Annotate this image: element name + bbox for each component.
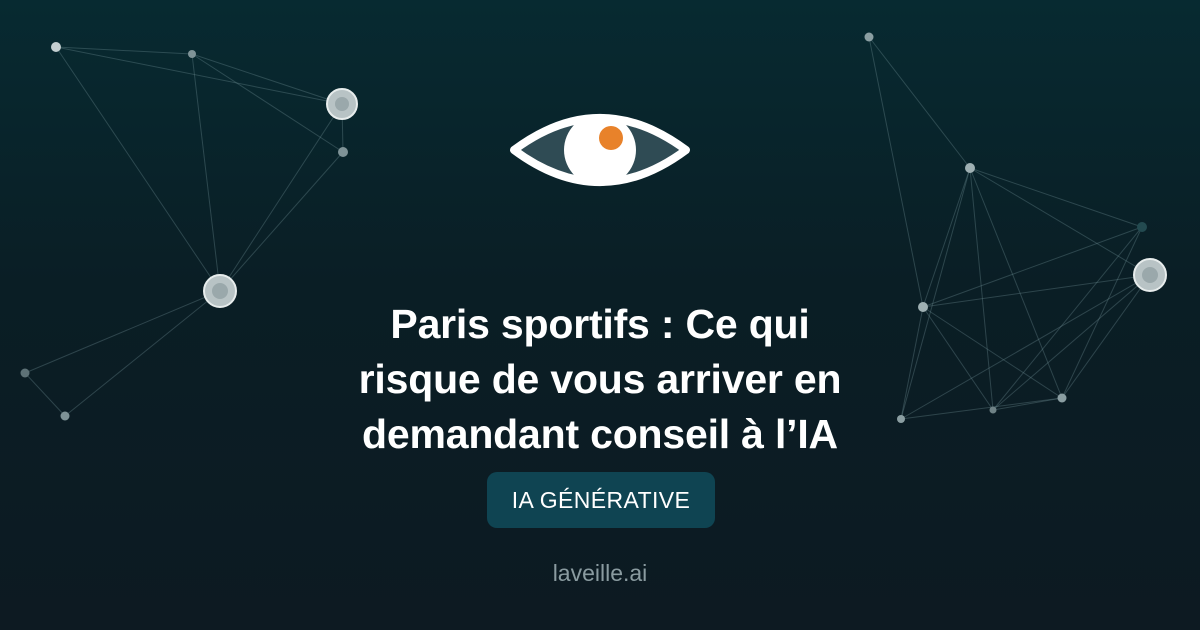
site-name: laveille.ai (552, 560, 648, 586)
network-node (965, 163, 975, 173)
network-node (989, 406, 997, 414)
network-node (1057, 393, 1067, 403)
network-node (1137, 222, 1147, 232)
article-headline: Paris sportifs : Ce qui risque de vous a… (300, 297, 900, 462)
category-tag: IA GÉNÉRATIVE (487, 472, 715, 528)
network-node (864, 32, 874, 42)
network-node (20, 368, 30, 378)
headline-line-1: Paris sportifs : Ce qui (390, 301, 810, 347)
headline-line-2: risque de vous arriver en (358, 356, 842, 402)
headline-line-3: demandant conseil à l’IA (362, 411, 838, 457)
network-node (918, 302, 928, 312)
network-node-inner (335, 97, 349, 111)
network-node (338, 147, 348, 157)
network-node-inner (1142, 267, 1158, 283)
network-node-inner (212, 283, 228, 299)
eye-pupil-accent (599, 126, 623, 150)
eye-icon (510, 114, 690, 186)
network-node (60, 411, 70, 421)
eye-iris (564, 114, 636, 186)
network-node (188, 50, 196, 58)
network-node (51, 42, 61, 52)
